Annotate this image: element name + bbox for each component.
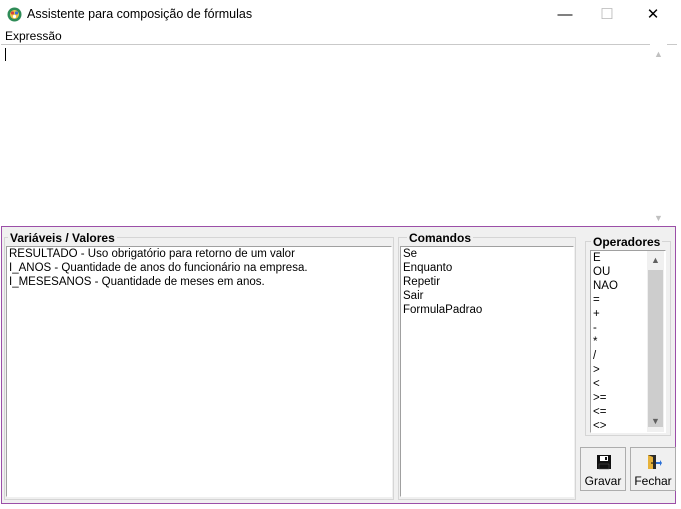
operators-scroll-thumb[interactable] [648, 270, 663, 427]
window-title: Assistente para composição de fórmulas [27, 7, 253, 21]
scroll-down-icon[interactable]: ▼ [647, 413, 664, 430]
floppy-disk-icon [597, 455, 611, 470]
variables-list[interactable]: RESULTADO - Uso obrigatório para retorno… [6, 246, 392, 497]
list-item[interactable]: Se [401, 247, 573, 261]
commands-title: Comandos [407, 231, 474, 245]
list-item[interactable]: Sair [401, 289, 573, 303]
variables-title: Variáveis / Valores [8, 231, 117, 245]
commands-list[interactable]: Se Enquanto Repetir Sair FormulaPadrao [400, 246, 574, 497]
minimize-button[interactable]: — [542, 0, 588, 30]
list-item[interactable]: I_MESESANOS - Quantidade de meses em ano… [7, 275, 391, 289]
text-caret [5, 48, 6, 61]
close-button[interactable]: ✕ [630, 0, 676, 30]
maximize-button[interactable]: ☐ [584, 0, 630, 30]
save-button[interactable]: Gravar [580, 447, 626, 491]
list-item[interactable]: Repetir [401, 275, 573, 289]
list-item[interactable]: FormulaPadrao [401, 303, 573, 317]
expression-scrollbar[interactable]: ▲ ▼ [650, 44, 667, 225]
scroll-up-icon[interactable]: ▲ [650, 46, 667, 63]
expression-editor[interactable] [1, 44, 677, 226]
operators-title: Operadores [591, 235, 663, 249]
scroll-down-icon[interactable]: ▼ [650, 210, 667, 227]
save-button-label: Gravar [584, 474, 622, 488]
scroll-up-icon[interactable]: ▲ [647, 252, 664, 269]
list-item[interactable]: RESULTADO - Uso obrigatório para retorno… [7, 247, 391, 261]
app-icon [7, 7, 22, 22]
list-item[interactable]: I_ANOS - Quantidade de anos do funcionár… [7, 261, 391, 275]
list-item[interactable]: Enquanto [401, 261, 573, 275]
door-exit-icon [648, 455, 662, 469]
expression-label: Expressão [5, 29, 62, 43]
exit-button[interactable]: Fechar [630, 447, 676, 491]
exit-button-label: Fechar [634, 474, 672, 488]
